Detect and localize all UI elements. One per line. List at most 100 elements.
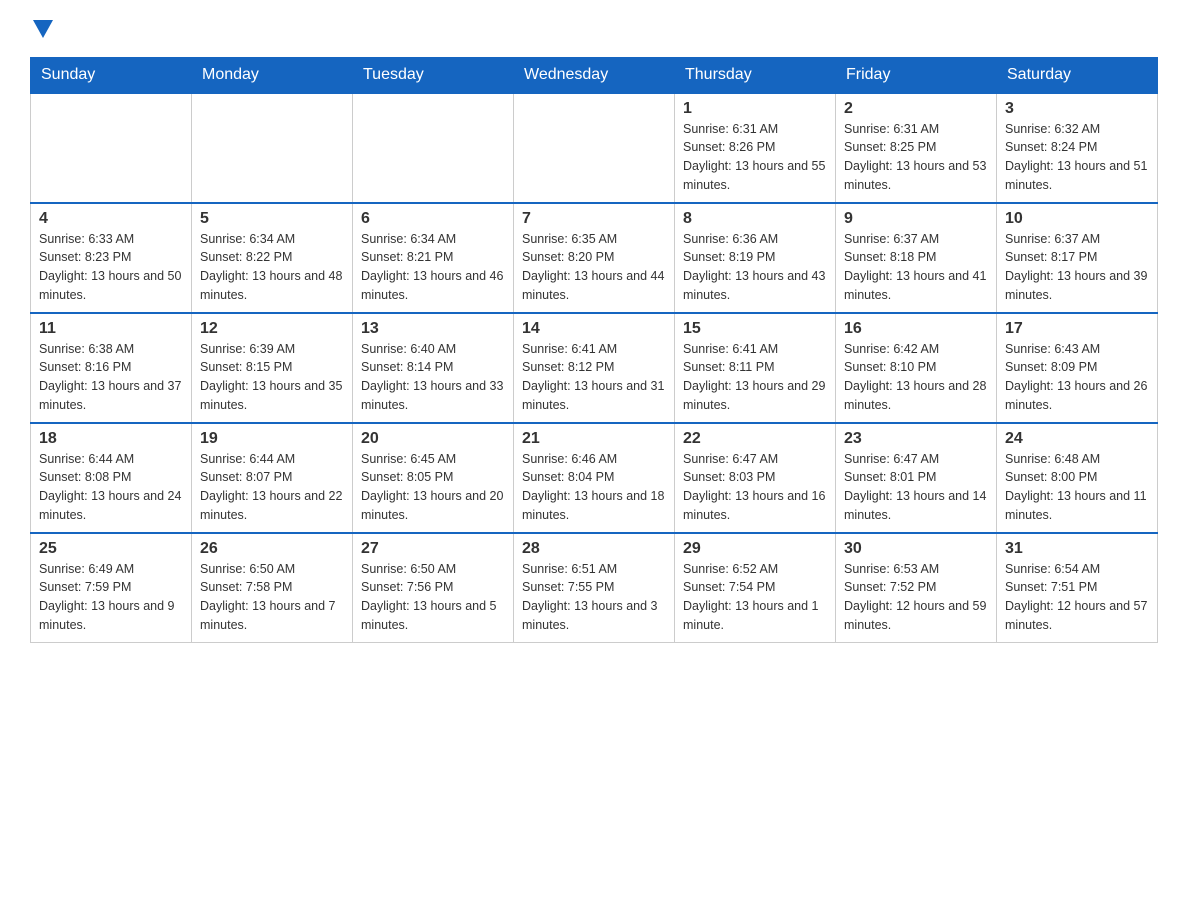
day-number: 25 <box>39 540 183 558</box>
calendar-cell: 2 Sunrise: 6:31 AM Sunset: 8:25 PM Daylig… <box>836 93 997 203</box>
calendar-cell: 3 Sunrise: 6:32 AM Sunset: 8:24 PM Daylig… <box>997 93 1158 203</box>
day-number: 18 <box>39 430 183 448</box>
day-number: 26 <box>200 540 344 558</box>
day-info: Sunrise: 6:31 AM Sunset: 8:25 PM Dayligh… <box>844 120 988 195</box>
calendar-cell: 10 Sunrise: 6:37 AM Sunset: 8:17 PM Dayli… <box>997 203 1158 313</box>
logo <box>30 20 53 47</box>
week-row-1: 1 Sunrise: 6:31 AM Sunset: 8:26 PM Daylig… <box>31 93 1158 203</box>
calendar-cell: 19 Sunrise: 6:44 AM Sunset: 8:07 PM Dayli… <box>192 423 353 533</box>
day-number: 20 <box>361 430 505 448</box>
weekday-header-row: SundayMondayTuesdayWednesdayThursdayFrid… <box>31 57 1158 93</box>
day-number: 4 <box>39 210 183 228</box>
day-number: 28 <box>522 540 666 558</box>
calendar-cell: 28 Sunrise: 6:51 AM Sunset: 7:55 PM Dayli… <box>514 533 675 643</box>
weekday-header-wednesday: Wednesday <box>514 57 675 93</box>
day-info: Sunrise: 6:46 AM Sunset: 8:04 PM Dayligh… <box>522 450 666 525</box>
calendar-cell: 30 Sunrise: 6:53 AM Sunset: 7:52 PM Dayli… <box>836 533 997 643</box>
day-number: 14 <box>522 320 666 338</box>
day-number: 30 <box>844 540 988 558</box>
calendar-cell: 14 Sunrise: 6:41 AM Sunset: 8:12 PM Dayli… <box>514 313 675 423</box>
day-number: 9 <box>844 210 988 228</box>
calendar-cell: 11Sunrise: 6:38 AM Sunset: 8:16 PM Dayli… <box>31 313 192 423</box>
week-row-3: 11Sunrise: 6:38 AM Sunset: 8:16 PM Dayli… <box>31 313 1158 423</box>
day-info: Sunrise: 6:41 AM Sunset: 8:12 PM Dayligh… <box>522 340 666 415</box>
calendar-cell: 31 Sunrise: 6:54 AM Sunset: 7:51 PM Dayli… <box>997 533 1158 643</box>
day-number: 10 <box>1005 210 1149 228</box>
day-info: Sunrise: 6:43 AM Sunset: 8:09 PM Dayligh… <box>1005 340 1149 415</box>
day-info: Sunrise: 6:50 AM Sunset: 7:56 PM Dayligh… <box>361 560 505 635</box>
day-info: Sunrise: 6:45 AM Sunset: 8:05 PM Dayligh… <box>361 450 505 525</box>
day-number: 17 <box>1005 320 1149 338</box>
day-number: 2 <box>844 100 988 118</box>
week-row-2: 4 Sunrise: 6:33 AM Sunset: 8:23 PM Daylig… <box>31 203 1158 313</box>
calendar-cell: 6 Sunrise: 6:34 AM Sunset: 8:21 PM Daylig… <box>353 203 514 313</box>
day-number: 31 <box>1005 540 1149 558</box>
day-info: Sunrise: 6:52 AM Sunset: 7:54 PM Dayligh… <box>683 560 827 635</box>
calendar-cell <box>353 93 514 203</box>
weekday-header-friday: Friday <box>836 57 997 93</box>
day-info: Sunrise: 6:34 AM Sunset: 8:22 PM Dayligh… <box>200 230 344 305</box>
weekday-header-tuesday: Tuesday <box>353 57 514 93</box>
calendar-cell: 17 Sunrise: 6:43 AM Sunset: 8:09 PM Dayli… <box>997 313 1158 423</box>
day-number: 1 <box>683 100 827 118</box>
day-info: Sunrise: 6:32 AM Sunset: 8:24 PM Dayligh… <box>1005 120 1149 195</box>
calendar-cell: 20 Sunrise: 6:45 AM Sunset: 8:05 PM Dayli… <box>353 423 514 533</box>
day-number: 21 <box>522 430 666 448</box>
day-info: Sunrise: 6:33 AM Sunset: 8:23 PM Dayligh… <box>39 230 183 305</box>
week-row-4: 18 Sunrise: 6:44 AM Sunset: 8:08 PM Dayli… <box>31 423 1158 533</box>
calendar-cell: 5 Sunrise: 6:34 AM Sunset: 8:22 PM Daylig… <box>192 203 353 313</box>
day-number: 23 <box>844 430 988 448</box>
calendar-cell: 24 Sunrise: 6:48 AM Sunset: 8:00 PM Dayli… <box>997 423 1158 533</box>
calendar-cell: 18 Sunrise: 6:44 AM Sunset: 8:08 PM Dayli… <box>31 423 192 533</box>
day-info: Sunrise: 6:44 AM Sunset: 8:08 PM Dayligh… <box>39 450 183 525</box>
day-number: 19 <box>200 430 344 448</box>
day-number: 3 <box>1005 100 1149 118</box>
day-info: Sunrise: 6:42 AM Sunset: 8:10 PM Dayligh… <box>844 340 988 415</box>
calendar-cell: 15Sunrise: 6:41 AM Sunset: 8:11 PM Dayli… <box>675 313 836 423</box>
day-number: 13 <box>361 320 505 338</box>
calendar-cell <box>192 93 353 203</box>
day-number: 7 <box>522 210 666 228</box>
calendar-cell <box>31 93 192 203</box>
day-number: 6 <box>361 210 505 228</box>
calendar-cell: 23 Sunrise: 6:47 AM Sunset: 8:01 PM Dayli… <box>836 423 997 533</box>
calendar-cell: 9 Sunrise: 6:37 AM Sunset: 8:18 PM Daylig… <box>836 203 997 313</box>
day-info: Sunrise: 6:31 AM Sunset: 8:26 PM Dayligh… <box>683 120 827 195</box>
day-info: Sunrise: 6:34 AM Sunset: 8:21 PM Dayligh… <box>361 230 505 305</box>
day-info: Sunrise: 6:47 AM Sunset: 8:01 PM Dayligh… <box>844 450 988 525</box>
day-info: Sunrise: 6:41 AM Sunset: 8:11 PM Dayligh… <box>683 340 827 415</box>
day-info: Sunrise: 6:38 AM Sunset: 8:16 PM Dayligh… <box>39 340 183 415</box>
day-info: Sunrise: 6:51 AM Sunset: 7:55 PM Dayligh… <box>522 560 666 635</box>
day-info: Sunrise: 6:44 AM Sunset: 8:07 PM Dayligh… <box>200 450 344 525</box>
week-row-5: 25 Sunrise: 6:49 AM Sunset: 7:59 PM Dayli… <box>31 533 1158 643</box>
day-info: Sunrise: 6:37 AM Sunset: 8:18 PM Dayligh… <box>844 230 988 305</box>
calendar-cell: 25 Sunrise: 6:49 AM Sunset: 7:59 PM Dayli… <box>31 533 192 643</box>
calendar-cell: 26 Sunrise: 6:50 AM Sunset: 7:58 PM Dayli… <box>192 533 353 643</box>
day-info: Sunrise: 6:54 AM Sunset: 7:51 PM Dayligh… <box>1005 560 1149 635</box>
logo-triangle-icon <box>33 20 53 40</box>
calendar-cell: 8Sunrise: 6:36 AM Sunset: 8:19 PM Daylig… <box>675 203 836 313</box>
day-info: Sunrise: 6:37 AM Sunset: 8:17 PM Dayligh… <box>1005 230 1149 305</box>
day-info: Sunrise: 6:49 AM Sunset: 7:59 PM Dayligh… <box>39 560 183 635</box>
day-number: 16 <box>844 320 988 338</box>
calendar-cell: 22Sunrise: 6:47 AM Sunset: 8:03 PM Dayli… <box>675 423 836 533</box>
day-number: 27 <box>361 540 505 558</box>
calendar-cell: 7Sunrise: 6:35 AM Sunset: 8:20 PM Daylig… <box>514 203 675 313</box>
day-info: Sunrise: 6:50 AM Sunset: 7:58 PM Dayligh… <box>200 560 344 635</box>
day-info: Sunrise: 6:48 AM Sunset: 8:00 PM Dayligh… <box>1005 450 1149 525</box>
calendar-cell: 29 Sunrise: 6:52 AM Sunset: 7:54 PM Dayli… <box>675 533 836 643</box>
weekday-header-thursday: Thursday <box>675 57 836 93</box>
day-info: Sunrise: 6:40 AM Sunset: 8:14 PM Dayligh… <box>361 340 505 415</box>
day-info: Sunrise: 6:47 AM Sunset: 8:03 PM Dayligh… <box>683 450 827 525</box>
calendar-cell <box>514 93 675 203</box>
calendar-cell: 21 Sunrise: 6:46 AM Sunset: 8:04 PM Dayli… <box>514 423 675 533</box>
day-number: 5 <box>200 210 344 228</box>
calendar-cell: 12Sunrise: 6:39 AM Sunset: 8:15 PM Dayli… <box>192 313 353 423</box>
day-info: Sunrise: 6:36 AM Sunset: 8:19 PM Dayligh… <box>683 230 827 305</box>
day-number: 24 <box>1005 430 1149 448</box>
page-header <box>30 20 1158 47</box>
calendar-cell: 27 Sunrise: 6:50 AM Sunset: 7:56 PM Dayli… <box>353 533 514 643</box>
day-number: 29 <box>683 540 827 558</box>
day-info: Sunrise: 6:53 AM Sunset: 7:52 PM Dayligh… <box>844 560 988 635</box>
weekday-header-saturday: Saturday <box>997 57 1158 93</box>
